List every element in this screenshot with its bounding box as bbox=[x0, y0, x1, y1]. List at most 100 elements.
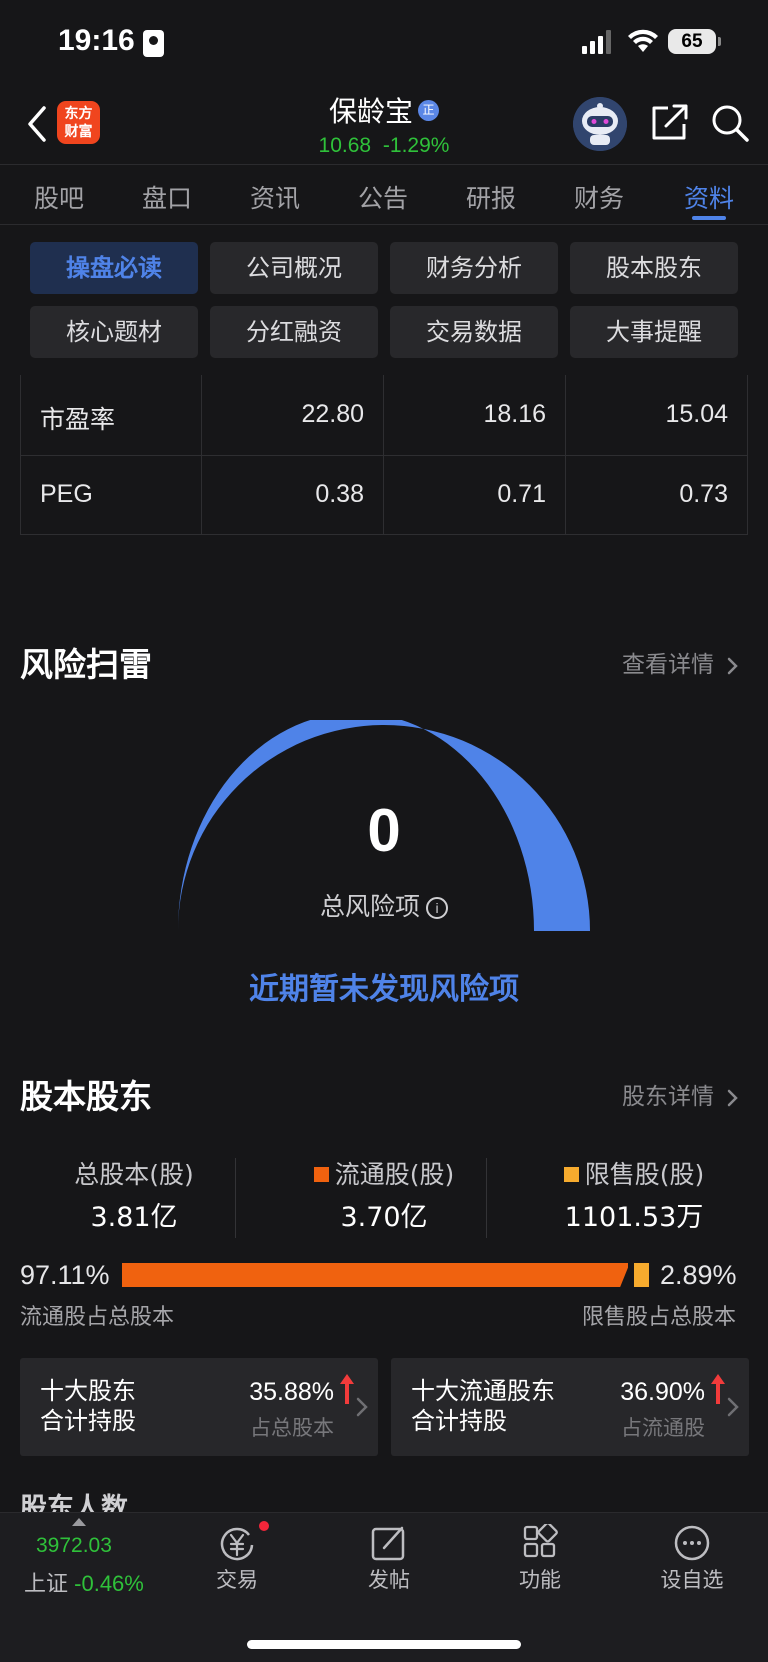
tab-profile[interactable]: 资料 bbox=[659, 179, 759, 215]
card-pct: 35.88% bbox=[249, 1378, 334, 1406]
up-arrow-icon bbox=[340, 1374, 354, 1404]
stat-divider bbox=[486, 1158, 487, 1238]
float-caption: 流通股占总股本 bbox=[20, 1305, 175, 1330]
float-legend-swatch bbox=[313, 1166, 329, 1182]
compose-post-icon[interactable] bbox=[370, 1524, 408, 1562]
tabs-divider bbox=[0, 224, 768, 225]
table-cell: 0.71 bbox=[497, 480, 546, 508]
index-value[interactable]: 3972.03 bbox=[36, 1534, 112, 1558]
float-pct: 97.11% bbox=[20, 1260, 110, 1290]
float-shares-label-text: 流通股(股) bbox=[334, 1160, 455, 1189]
contact-card-icon bbox=[143, 30, 164, 57]
chip-financial-analysis[interactable]: 财务分析 bbox=[390, 242, 558, 294]
tab-research[interactable]: 研报 bbox=[441, 179, 541, 215]
functions-grid-icon[interactable] bbox=[522, 1524, 558, 1560]
battery-indicator: 65 bbox=[668, 29, 721, 54]
index-change: -0.46% bbox=[74, 1571, 144, 1596]
card-sub: 占流通股 bbox=[621, 1416, 705, 1440]
chevron-right-icon bbox=[727, 1397, 739, 1417]
float-shares-value: 3.70亿 bbox=[340, 1202, 428, 1233]
risk-details-link[interactable]: 查看详情 bbox=[622, 645, 739, 679]
bottom-tab-post[interactable]: 发帖 bbox=[344, 1564, 434, 1594]
search-icon[interactable] bbox=[710, 103, 750, 143]
price-change: -1.29% bbox=[382, 134, 450, 157]
stat-divider bbox=[235, 1158, 236, 1238]
chip-company-overview[interactable]: 公司概况 bbox=[210, 242, 378, 294]
index-name: 上证 bbox=[24, 1571, 69, 1596]
float-share-bar bbox=[122, 1263, 628, 1287]
wifi-icon bbox=[628, 29, 658, 52]
trade-yen-icon[interactable] bbox=[218, 1524, 256, 1562]
ai-assistant-robot-icon[interactable] bbox=[573, 97, 627, 151]
risk-count: 0 bbox=[367, 797, 401, 864]
card-title: 十大流通股东 合计持股 bbox=[411, 1376, 555, 1436]
restricted-pct: 2.89% bbox=[660, 1260, 737, 1290]
chip-trading-data[interactable]: 交易数据 bbox=[390, 306, 558, 358]
top10-float-holders-card[interactable]: 十大流通股东 合计持股 36.90% 占流通股 bbox=[391, 1358, 749, 1456]
chip-dividends-financing[interactable]: 分红融资 bbox=[210, 306, 378, 358]
table-cell: 0.73 bbox=[679, 480, 728, 508]
float-shares-label: 流通股(股) bbox=[266, 1155, 502, 1191]
total-shares-label: 总股本(股) bbox=[74, 1160, 194, 1189]
table-cell: 15.04 bbox=[665, 400, 728, 428]
chevron-right-icon bbox=[356, 1397, 368, 1417]
card-title-line2: 合计持股 bbox=[411, 1407, 507, 1435]
shares-section-title: 股本股东 bbox=[20, 1077, 152, 1116]
status-time: 19:16 bbox=[58, 24, 135, 57]
header-divider bbox=[0, 164, 768, 165]
tab-finance[interactable]: 财务 bbox=[549, 179, 649, 215]
restricted-shares-label-text: 限售股(股) bbox=[584, 1160, 705, 1189]
card-title: 十大股东 合计持股 bbox=[40, 1376, 136, 1436]
chip-share-capital[interactable]: 股本股东 bbox=[570, 242, 738, 294]
chip-major-events[interactable]: 大事提醒 bbox=[570, 306, 738, 358]
tab-pankou[interactable]: 盘口 bbox=[117, 179, 217, 215]
bottom-tab-trade[interactable]: 交易 bbox=[192, 1564, 282, 1594]
total-shares-value: 3.81亿 bbox=[90, 1202, 178, 1233]
bottom-tab-customize[interactable]: 设自选 bbox=[647, 1564, 737, 1594]
more-options-icon[interactable] bbox=[673, 1524, 711, 1562]
restricted-legend-swatch bbox=[563, 1166, 579, 1182]
notification-dot bbox=[259, 1521, 269, 1531]
home-indicator[interactable] bbox=[247, 1640, 521, 1649]
top10-holders-card[interactable]: 十大股东 合计持股 35.88% 占总股本 bbox=[20, 1358, 378, 1456]
card-sub: 占总股本 bbox=[250, 1416, 334, 1440]
shareholder-details-link[interactable]: 股东详情 bbox=[622, 1077, 739, 1111]
risk-details-label: 查看详情 bbox=[622, 652, 714, 678]
shareholder-details-label: 股东详情 bbox=[622, 1084, 714, 1110]
verified-badge: 正 bbox=[418, 99, 439, 121]
row-label-pe: 市盈率 bbox=[40, 406, 116, 434]
card-title-line1: 十大股东 bbox=[40, 1377, 136, 1405]
chevron-right-icon bbox=[728, 657, 739, 674]
index-ticker[interactable]: 上证 -0.46% bbox=[24, 1566, 144, 1598]
risk-label-text: 总风险项 bbox=[319, 892, 420, 921]
restricted-shares-label: 限售股(股) bbox=[516, 1155, 752, 1191]
tab-guba[interactable]: 股吧 bbox=[9, 179, 109, 215]
chip-trading-must-read[interactable]: 操盘必读 bbox=[30, 242, 198, 294]
card-title-line1: 十大流通股东 bbox=[411, 1377, 555, 1405]
active-tab-indicator bbox=[692, 216, 726, 220]
share-icon[interactable] bbox=[650, 104, 690, 142]
risk-label: 总风险项 i bbox=[0, 887, 768, 923]
risk-section-title: 风险扫雷 bbox=[20, 645, 152, 684]
table-cell: 22.80 bbox=[301, 400, 364, 428]
tab-announcements[interactable]: 公告 bbox=[333, 179, 433, 215]
chevron-right-icon bbox=[728, 1089, 739, 1106]
info-icon[interactable]: i bbox=[426, 897, 448, 919]
chip-core-themes[interactable]: 核心题材 bbox=[30, 306, 198, 358]
stock-price: 10.68 bbox=[318, 134, 372, 157]
row-label-peg: PEG bbox=[40, 480, 93, 508]
card-title-line2: 合计持股 bbox=[40, 1407, 136, 1435]
stock-name: 保龄宝 bbox=[328, 95, 413, 128]
restricted-share-bar bbox=[634, 1263, 649, 1287]
cellular-signal-icon bbox=[582, 30, 611, 54]
bottom-tab-functions[interactable]: 功能 bbox=[495, 1564, 585, 1594]
risk-message: 近期暂未发现风险项 bbox=[249, 972, 519, 1007]
restricted-shares-value: 1101.53万 bbox=[564, 1202, 704, 1233]
card-pct: 36.90% bbox=[620, 1378, 705, 1406]
tab-news[interactable]: 资讯 bbox=[225, 179, 325, 215]
table-row-divider bbox=[20, 455, 748, 456]
caret-up-icon bbox=[72, 1518, 86, 1526]
restricted-caption: 限售股占总股本 bbox=[582, 1305, 737, 1330]
table-cell: 0.38 bbox=[315, 480, 364, 508]
table-cell: 18.16 bbox=[483, 400, 546, 428]
